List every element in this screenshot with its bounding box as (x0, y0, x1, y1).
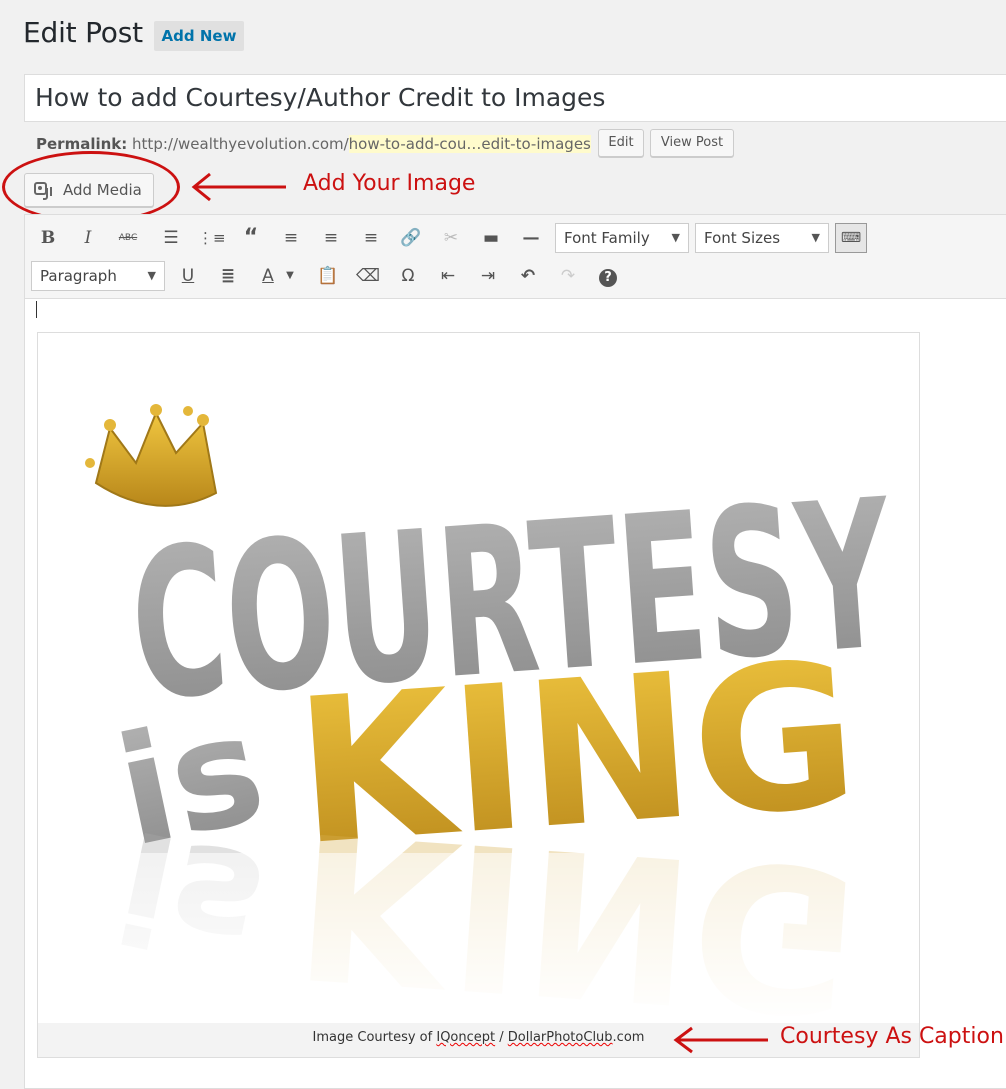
chevron-down-icon: ▼ (147, 269, 156, 282)
indent-icon[interactable]: ⇥ (475, 263, 501, 289)
font-sizes-select[interactable]: Font Sizes ▼ (695, 223, 829, 253)
blockquote-icon[interactable]: “ (238, 225, 264, 251)
numbered-list-icon[interactable]: ⋮≡ (198, 225, 226, 251)
read-more-icon[interactable]: ▬ (478, 225, 504, 251)
font-family-select[interactable]: Font Family ▼ (555, 223, 689, 253)
highlight-ellipse (2, 151, 180, 223)
text-cursor (36, 301, 37, 318)
caption-source: DollarPhotoClub (507, 1030, 613, 1045)
add-new-button[interactable]: Add New (154, 21, 244, 51)
permalink-base: http://wealthyevolution.com/ (132, 135, 349, 153)
horizontal-rule-icon[interactable]: — (518, 225, 544, 251)
caption-prefix: Image Courtesy of (312, 1030, 437, 1045)
font-family-label: Font Family (564, 229, 650, 247)
page-title: Edit Post (23, 16, 143, 49)
view-post-button[interactable]: View Post (650, 129, 734, 157)
courtesy-is-king-image[interactable]: COURTESY is KING is KING (38, 333, 919, 1023)
align-right-icon[interactable]: ≡ (358, 225, 384, 251)
annotation-arrow-left (191, 172, 286, 202)
font-sizes-label: Font Sizes (704, 229, 781, 247)
strikethrough-icon[interactable]: ABC (115, 225, 141, 251)
unlink-icon[interactable]: ✂ (438, 225, 464, 251)
permalink-row: Permalink: http://wealthyevolution.com/h… (36, 133, 591, 155)
edit-permalink-button[interactable]: Edit (598, 129, 644, 157)
chevron-down-icon[interactable]: ▼ (283, 263, 297, 289)
clear-formatting-icon[interactable]: ⌫ (355, 263, 381, 289)
annotation-add-image: Add Your Image (303, 171, 476, 196)
editor-toolbar: B I ABC ☰ ⋮≡ “ ≡ ≡ ≡ 🔗 ✂ ▬ — Font Family… (24, 214, 1006, 299)
format-label: Paragraph (40, 267, 117, 285)
chevron-down-icon: ▼ (811, 231, 820, 244)
underline-icon[interactable]: U (175, 263, 201, 289)
format-select[interactable]: Paragraph ▼ (31, 261, 165, 291)
caption-sep: / (495, 1030, 508, 1045)
post-title-input[interactable]: How to add Courtesy/Author Credit to Ima… (24, 74, 1006, 122)
bullet-list-icon[interactable]: ☰ (158, 225, 184, 251)
help-icon[interactable]: ? (595, 263, 621, 289)
permalink-slug[interactable]: how-to-add-cou…edit-to-images (348, 135, 591, 153)
chevron-down-icon: ▼ (671, 231, 680, 244)
outdent-icon[interactable]: ⇤ (435, 263, 461, 289)
caption-suffix: .com (612, 1030, 645, 1045)
bold-icon[interactable]: B (35, 225, 61, 251)
undo-icon[interactable]: ↶ (515, 263, 541, 289)
redo-icon[interactable]: ↷ (555, 263, 581, 289)
align-left-icon[interactable]: ≡ (278, 225, 304, 251)
paste-text-icon[interactable]: 📋 (315, 263, 341, 289)
toolbar-toggle-icon[interactable]: ⌨ (835, 223, 867, 253)
link-icon[interactable]: 🔗 (398, 225, 424, 251)
special-character-icon[interactable]: Ω (395, 263, 421, 289)
align-center-icon[interactable]: ≡ (318, 225, 344, 251)
crown-icon (85, 404, 218, 507)
italic-icon[interactable]: I (75, 225, 101, 251)
annotation-arrow-left (673, 1026, 768, 1054)
caption-author: IQoncept (436, 1030, 496, 1045)
justify-icon[interactable]: ≣ (215, 263, 241, 289)
annotation-caption: Courtesy As Caption (780, 1024, 1004, 1049)
text-color-icon[interactable]: A (255, 263, 281, 289)
